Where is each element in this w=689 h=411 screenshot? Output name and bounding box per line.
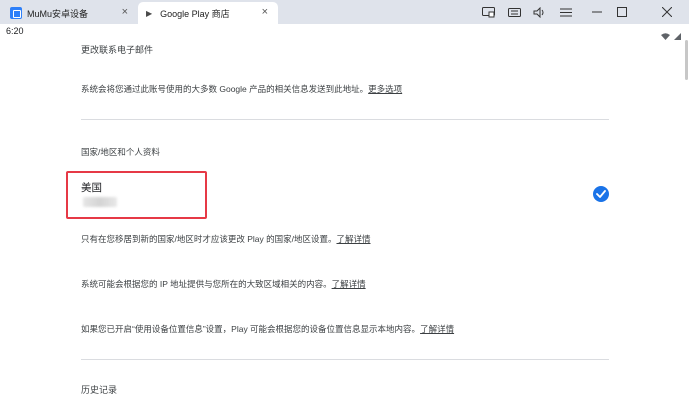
- menu-icon[interactable]: [557, 3, 575, 21]
- tab-label: MuMu安卓设备: [27, 8, 89, 19]
- location-content-note: 如果您已开启“使用设备位置信息”设置，Play 可能会根据您的设备位置信息显示本…: [81, 323, 454, 335]
- emulator-title-bar: MuMu安卓设备 × ▶ Google Play 商店 ×: [0, 0, 689, 24]
- tab-google-play[interactable]: ▶ Google Play 商店 ×: [138, 2, 278, 24]
- app-logo-icon: [10, 7, 22, 19]
- more-options-link[interactable]: 更多选项: [368, 84, 402, 94]
- play-icon: ▶: [146, 8, 153, 18]
- tab-close-icon[interactable]: ×: [122, 6, 128, 18]
- android-status-bar: 6:20: [0, 24, 689, 40]
- contact-email-description: 系统会将您通过此账号使用的大多数 Google 产品的相关信息发送到此地址。更多…: [81, 83, 402, 95]
- check-circle-icon[interactable]: [593, 186, 609, 202]
- tab-close-icon[interactable]: ×: [262, 6, 268, 18]
- section-divider: [81, 359, 609, 360]
- ip-content-note: 系统可能会根据您的 IP 地址提供与您所在的大致区域相关的内容。了解详情: [81, 278, 366, 290]
- screenshot-icon[interactable]: [479, 3, 497, 21]
- tab-label: Google Play 商店: [160, 8, 230, 19]
- learn-more-link[interactable]: 了解详情: [420, 324, 454, 334]
- history-heading[interactable]: 历史记录: [81, 383, 117, 396]
- close-icon[interactable]: [658, 3, 676, 21]
- contact-email-heading[interactable]: 更改联系电子邮件: [81, 43, 153, 56]
- contact-email-text: 系统会将您通过此账号使用的大多数 Google 产品的相关信息发送到此地址。: [81, 84, 369, 94]
- note-text: 如果您已开启“使用设备位置信息”设置，Play 可能会根据您的设备位置信息显示本…: [81, 324, 421, 334]
- section-divider: [81, 119, 609, 120]
- minimize-icon[interactable]: [588, 3, 606, 21]
- status-time: 6:20: [6, 26, 24, 36]
- learn-more-link[interactable]: 了解详情: [336, 234, 370, 244]
- maximize-icon[interactable]: [613, 3, 631, 21]
- tab-mumu-device[interactable]: MuMu安卓设备 ×: [4, 2, 134, 24]
- wifi-icon: [661, 27, 670, 45]
- volume-icon[interactable]: [530, 3, 548, 21]
- note-text: 只有在您移居到新的国家/地区时才应该更改 Play 的国家/地区设置。: [81, 234, 337, 244]
- note-text: 系统可能会根据您的 IP 地址提供与您所在的大致区域相关的内容。: [81, 279, 332, 289]
- learn-more-link[interactable]: 了解详情: [332, 279, 366, 289]
- keyboard-icon[interactable]: [505, 3, 523, 21]
- annotation-highlight-box: [66, 171, 207, 219]
- scrollbar[interactable]: [685, 40, 688, 80]
- country-change-note: 只有在您移居到新的国家/地区时才应该更改 Play 的国家/地区设置。了解详情: [81, 233, 371, 245]
- signal-icon: [674, 27, 681, 45]
- country-section-heading: 国家/地区和个人资料: [81, 147, 160, 157]
